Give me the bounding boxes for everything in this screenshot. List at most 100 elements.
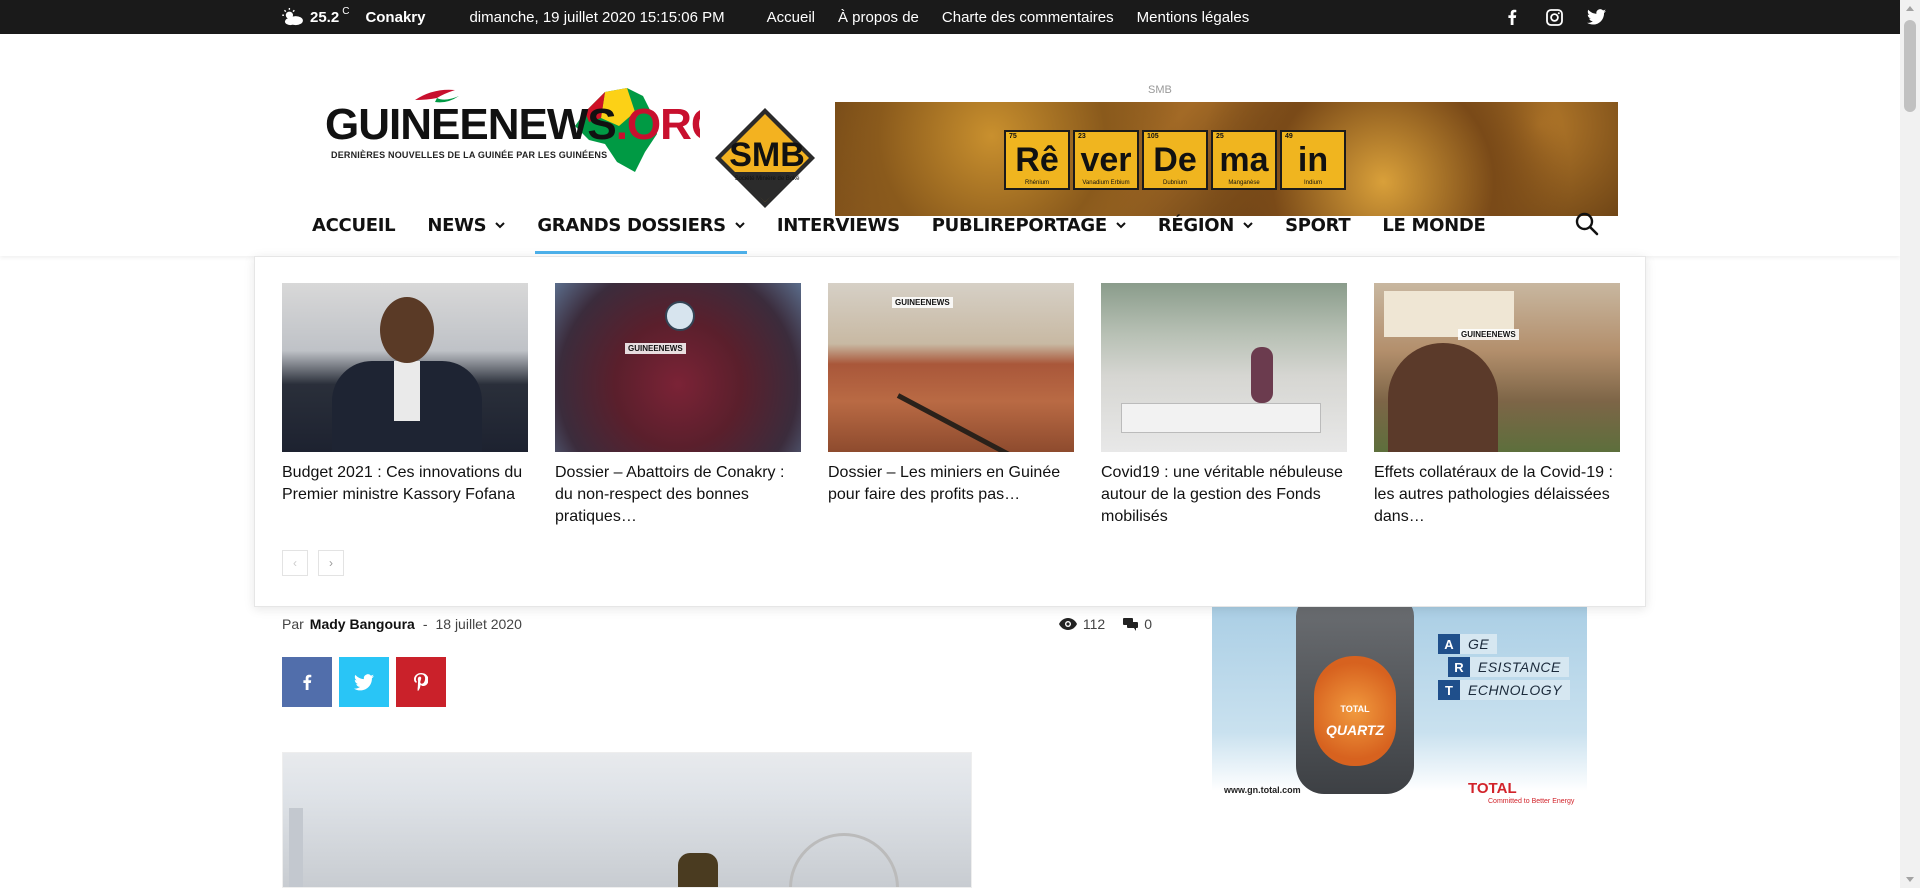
art-letter: A [1438,634,1460,654]
art-letter: T [1438,680,1460,700]
top-link-a-propos[interactable]: À propos de [838,9,919,26]
top-nav: Accueil À propos de Charte des commentai… [767,9,1250,26]
nav-label: LE MONDE [1382,214,1486,236]
share-pinterest-button[interactable] [396,657,446,707]
nav-item-le-monde[interactable]: LE MONDE [1366,196,1501,254]
temperature: 25.2 [310,8,340,26]
top-link-accueil[interactable]: Accueil [767,9,815,26]
ad-label: SMB [1148,84,1172,96]
share-facebook-button[interactable] [282,657,332,707]
eye-icon [1058,618,1077,630]
top-link-charte[interactable]: Charte des commentaires [942,9,1114,26]
tile-number: 49 [1285,133,1293,140]
twitter-icon[interactable] [1586,7,1606,27]
chevron-down-icon [1116,221,1126,228]
scroll-up-arrow-icon[interactable] [1906,6,1914,11]
nav-item-news[interactable]: NEWS [411,196,521,254]
art-word: ESISTANCE [1470,657,1569,677]
weather-widget: 25.2 C Conakry [282,6,426,26]
scroll-down-arrow-icon[interactable] [1906,877,1914,882]
nav-item-interviews[interactable]: INTERVIEWS [761,196,916,254]
nav-item-publireportage[interactable]: PUBLIREPORTAGE [916,196,1142,254]
tile-number: 23 [1078,133,1086,140]
mega-card[interactable]: Budget 2021 : Ces innovations du Premier… [282,283,528,528]
total-logo-text: TOTAL [1468,780,1517,797]
nav-label: NEWS [427,214,487,236]
nav-item-grands-dossiers[interactable]: GRANDS DOSSIERS [521,196,760,254]
facebook-icon[interactable] [1502,7,1522,27]
logo-text: GUINEENEWS.ORG [325,100,725,150]
site-logo[interactable]: GUINEENEWS.ORG DERNIÈRES NOUVELLES DE LA… [325,78,725,188]
share-twitter-button[interactable] [339,657,389,707]
card-thumbnail[interactable]: GUINEENEWS [555,283,801,452]
nav-label: GRANDS DOSSIERS [537,214,726,236]
smb-logo-subtitle: Société Minière de Boké [734,176,800,182]
tile-symbol: ma [1219,140,1269,179]
comments-count[interactable]: 0 [1123,616,1152,632]
page-scrollbar[interactable] [1900,0,1920,888]
weather-city: Conakry [365,8,426,26]
mega-card[interactable]: GUINEENEWS Effets collatéraux de la Covi… [1374,283,1620,528]
top-link-mentions[interactable]: Mentions légales [1137,9,1250,26]
mega-pager: ‹ › [282,550,344,576]
card-title[interactable]: Effets collatéraux de la Covid-19 : les … [1374,462,1620,528]
next-page-button[interactable]: › [318,550,344,576]
art-letter: R [1448,657,1470,677]
grands-dossiers-mega-menu: Budget 2021 : Ces innovations du Premier… [254,256,1646,607]
nav-item-accueil[interactable]: ACCUEIL [296,196,411,254]
tile-label: Dubnium [1162,180,1187,186]
can-brand-text: TOTAL [1340,704,1370,714]
art-row: R ESISTANCE [1448,657,1569,677]
comments-number: 0 [1144,616,1152,632]
tile-symbol: ver [1080,140,1132,179]
tile-symbol: in [1297,140,1329,179]
card-title[interactable]: Covid19 : une véritable nébuleuse autour… [1101,462,1347,528]
arched-window [789,833,899,887]
nav-item-region[interactable]: RÉGION [1142,196,1269,254]
logo-tagline: DERNIÈRES NOUVELLES DE LA GUINÉE PAR LES… [331,150,608,160]
watermark: GUINEENEWS [625,343,686,354]
nav-item-sport[interactable]: SPORT [1269,196,1366,254]
card-thumbnail[interactable] [1101,283,1347,452]
prev-page-button[interactable]: ‹ [282,550,308,576]
current-datetime: dimanche, 19 juillet 2020 15:15:06 PM [469,8,725,26]
smb-logo-text: SMB [729,136,805,174]
instagram-icon[interactable] [1544,7,1564,27]
total-slogan: Committed to Better Energy [1488,798,1575,805]
art-row: A GE [1438,634,1498,654]
chevron-down-icon [735,221,745,228]
card-title[interactable]: Dossier – Abattoirs de Conakry : du non-… [555,462,801,528]
mega-card[interactable]: GUINEENEWS Dossier – Abattoirs de Conakr… [555,283,801,528]
article-featured-image[interactable] [282,752,972,888]
card-thumbnail[interactable]: GUINEENEWS [828,283,1074,452]
card-thumbnail[interactable] [282,283,528,452]
card-title[interactable]: Budget 2021 : Ces innovations du Premier… [282,462,528,506]
watermark: GUINEENEWS [1458,329,1519,340]
facebook-icon [303,674,312,690]
author-link[interactable]: Mady Bangoura [310,616,415,632]
main-nav: ACCUEIL NEWS GRANDS DOSSIERS INTERVIEWS … [296,196,1502,254]
art-word: GE [1460,634,1498,654]
element-tiles: 75 Rê Rhénium 23 ver Vanadium Erbium 105… [1004,130,1346,190]
tile-label: Rhénium [1024,180,1049,186]
element-tile: 23 ver Vanadium Erbium [1073,130,1139,190]
views-number: 112 [1082,616,1106,632]
watermark: GUINEENEWS [892,297,953,308]
comments-icon [1123,617,1139,631]
element-tile: 25 ma Manganèse [1211,130,1277,190]
mega-card[interactable]: GUINEENEWS Dossier – Les miniers en Guin… [828,283,1074,528]
scrollbar-thumb[interactable] [1904,20,1916,112]
art-word: ECHNOLOGY [1460,680,1570,700]
twitter-icon [354,673,374,690]
search-icon[interactable] [1574,211,1600,237]
social-links [1502,7,1606,27]
card-title[interactable]: Dossier – Les miniers en Guinée pour fai… [828,462,1074,506]
nav-label: PUBLIREPORTAGE [931,214,1107,236]
art-row: T ECHNOLOGY [1438,680,1570,700]
mega-card[interactable]: Covid19 : une véritable nébuleuse autour… [1101,283,1347,528]
banner-stand [289,808,303,887]
sidebar-total-ad[interactable]: TOTAL QUARTZ A GE R ESISTANCE T ECHNOLOG… [1212,596,1587,823]
logo-main: GUINEENEWS [325,100,617,149]
thumb-arch [1388,343,1498,452]
card-thumbnail[interactable]: GUINEENEWS [1374,283,1620,452]
